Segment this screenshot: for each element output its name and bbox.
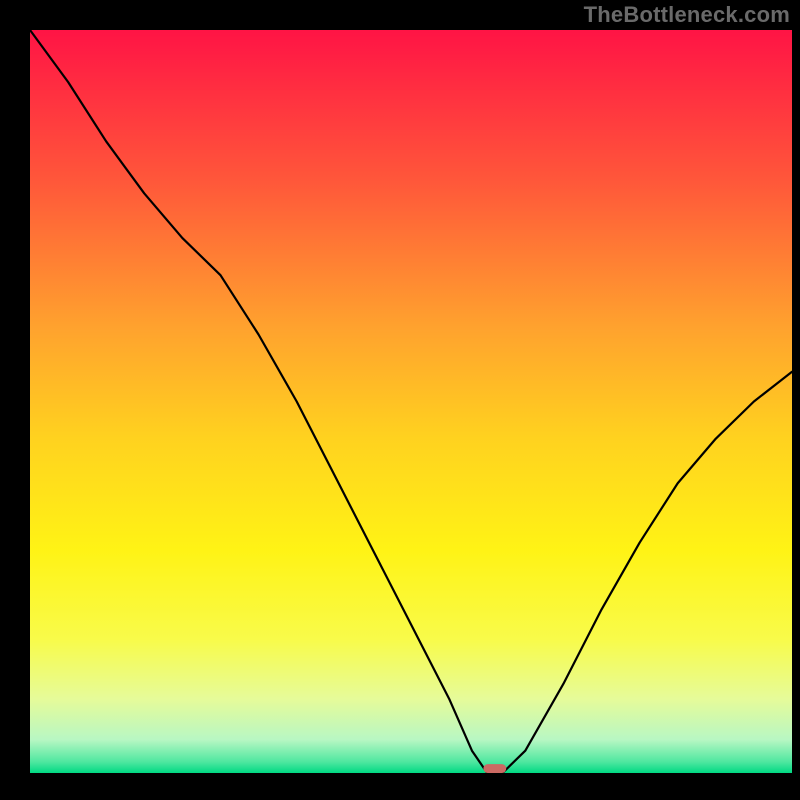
watermark-text: TheBottleneck.com <box>584 2 790 28</box>
plot-background <box>30 30 792 773</box>
chart-canvas <box>0 0 800 800</box>
optimal-marker <box>483 764 506 773</box>
bottleneck-chart: TheBottleneck.com <box>0 0 800 800</box>
